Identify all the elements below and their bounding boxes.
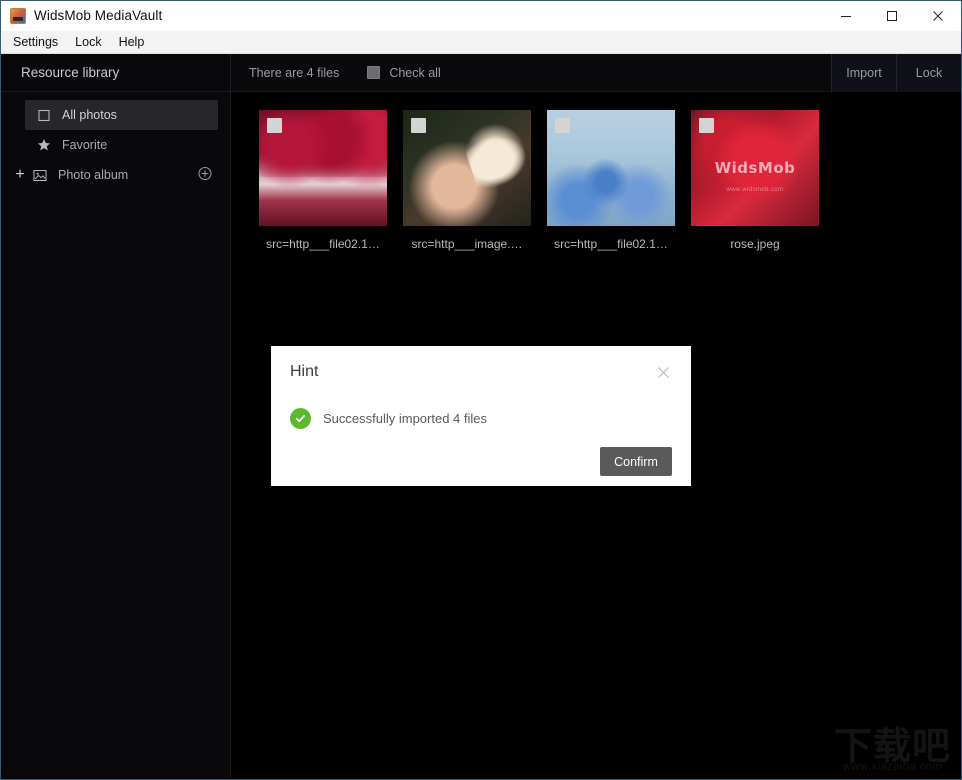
toolbar-actions: Import Lock (831, 54, 961, 92)
close-icon[interactable] (915, 1, 961, 31)
photo-thumbnail[interactable]: WidsMob www.widsmob.com (691, 110, 819, 226)
dialog-message: Successfully imported 4 files (323, 411, 487, 426)
photo-item[interactable]: src=http___file02.1… (251, 110, 395, 251)
lock-button[interactable]: Lock (896, 54, 961, 92)
dialog-body: Successfully imported 4 files (271, 398, 691, 438)
application-window: WidsMob MediaVault Settings Lock Help Re… (0, 0, 962, 780)
window-controls (823, 1, 961, 31)
menu-item-lock[interactable]: Lock (71, 33, 110, 52)
sidebar: Resource library All photos Favorite + (1, 54, 231, 778)
sidebar-item-favorite[interactable]: Favorite (25, 130, 218, 160)
file-count-label: There are 4 files (249, 66, 339, 80)
sidebar-item-label: Favorite (62, 138, 107, 152)
maximize-icon[interactable] (869, 1, 915, 31)
check-all-checkbox[interactable] (367, 66, 380, 79)
page-watermark-text: 下载吧 (834, 727, 951, 765)
minimize-icon[interactable] (823, 1, 869, 31)
photo-select-checkbox[interactable] (555, 118, 570, 133)
photo-filename: src=http___file02.1… (554, 237, 668, 251)
menu-item-help[interactable]: Help (115, 33, 154, 52)
photo-filename: rose.jpeg (730, 237, 779, 251)
close-icon[interactable] (653, 362, 673, 382)
menu-bar: Settings Lock Help (1, 31, 961, 54)
window-title: WidsMob MediaVault (34, 8, 162, 23)
title-bar: WidsMob MediaVault (1, 1, 961, 31)
sidebar-title: Resource library (1, 54, 230, 92)
square-icon (35, 107, 53, 123)
dialog-title: Hint (290, 363, 318, 381)
picture-icon (31, 167, 49, 183)
photo-item[interactable]: src=http___file02.1… (539, 110, 683, 251)
photo-select-checkbox[interactable] (699, 118, 714, 133)
content-toolbar: There are 4 files Check all Import Lock (231, 54, 961, 92)
dialog-footer: Confirm (271, 438, 691, 476)
add-album-icon[interactable] (198, 167, 212, 184)
photo-select-checkbox[interactable] (267, 118, 282, 133)
page-watermark: 下载吧 www.xiazaiba.com (834, 727, 951, 773)
photo-select-checkbox[interactable] (411, 118, 426, 133)
check-circle-icon (290, 408, 311, 429)
sidebar-item-all-photos[interactable]: All photos (25, 100, 218, 130)
sidebar-item-photo-album[interactable]: + Photo album (1, 160, 230, 190)
menu-item-settings[interactable]: Settings (9, 33, 67, 52)
star-icon (35, 137, 53, 153)
hint-dialog: Hint Successfully imported 4 files Co (271, 346, 691, 486)
photo-item[interactable]: WidsMob www.widsmob.com rose.jpeg (683, 110, 827, 251)
photo-thumbnail[interactable] (547, 110, 675, 226)
photo-thumbnail[interactable] (403, 110, 531, 226)
confirm-button[interactable]: Confirm (600, 447, 672, 476)
expand-icon[interactable]: + (9, 167, 31, 183)
photo-filename: src=http___file02.1… (266, 237, 380, 251)
dialog-header: Hint (271, 346, 691, 398)
sidebar-item-label: All photos (62, 108, 117, 122)
photo-thumbnail[interactable] (259, 110, 387, 226)
page-watermark-url: www.xiazaiba.com (834, 761, 951, 773)
check-all-control[interactable]: Check all (367, 66, 440, 80)
sidebar-item-label: Photo album (58, 168, 128, 182)
check-all-label: Check all (389, 66, 440, 80)
sidebar-nav: All photos Favorite + (1, 92, 230, 190)
photo-item[interactable]: src=http___image.… (395, 110, 539, 251)
import-button[interactable]: Import (831, 54, 896, 92)
photo-filename: src=http___image.… (411, 237, 522, 251)
app-icon (10, 8, 26, 24)
